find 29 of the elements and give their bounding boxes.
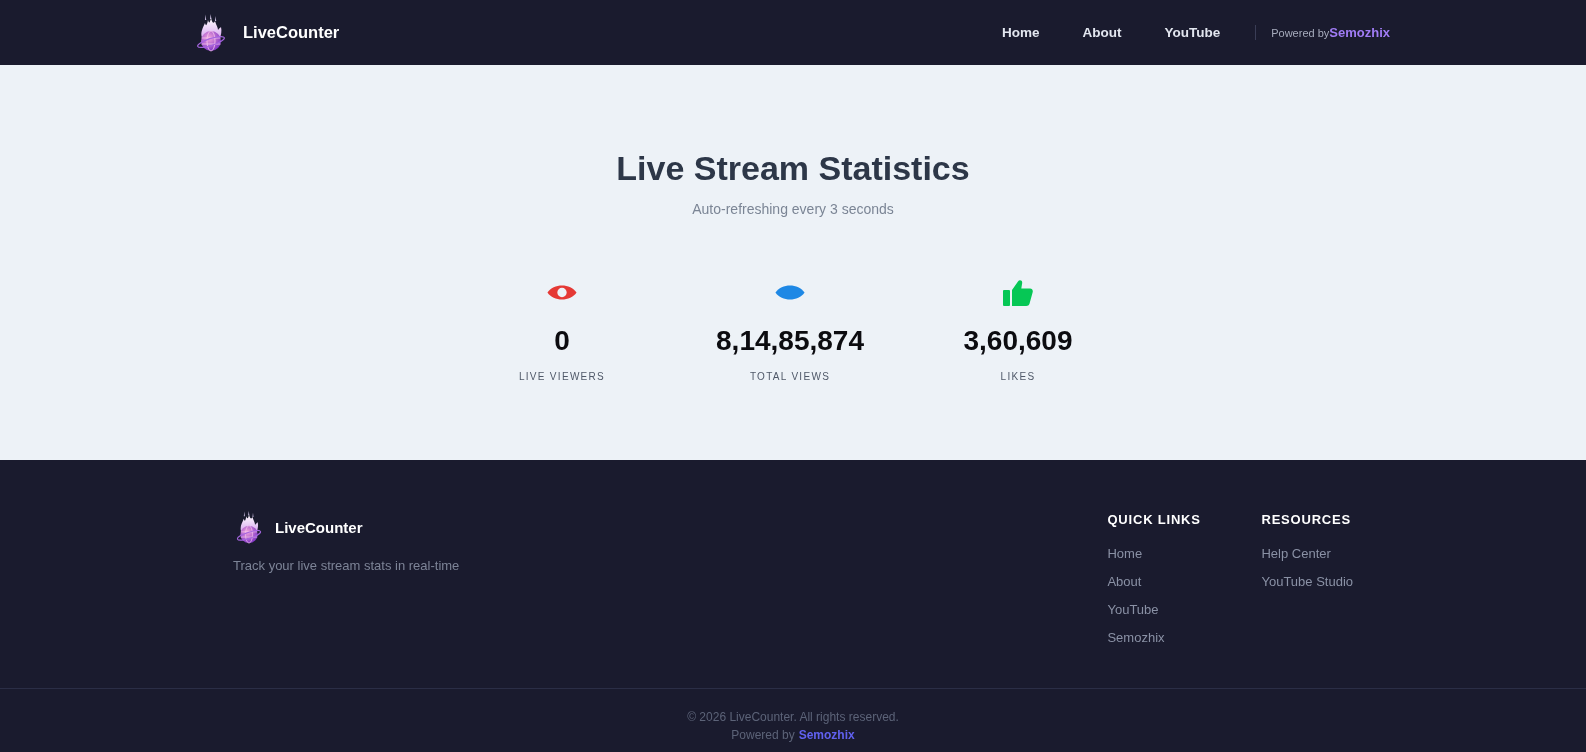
- footer-heading: RESOURCES: [1261, 512, 1351, 528]
- stat-value: 3,60,609: [963, 324, 1073, 358]
- stat-value: 0: [554, 324, 570, 358]
- footer-link[interactable]: Help Center: [1261, 545, 1331, 563]
- tagline-text: Track your live stream stats in real-time: [233, 557, 460, 575]
- footer-link[interactable]: YouTube Studio: [1261, 573, 1353, 591]
- powered-by-link[interactable]: Semozhix: [798, 726, 855, 744]
- footer-link[interactable]: About: [1107, 573, 1142, 591]
- stat-label: LIVE VIEWERS: [518, 370, 606, 384]
- flaming-globe-icon: [236, 510, 262, 544]
- nav-link[interactable]: Home: [1001, 25, 1040, 40]
- brand-name[interactable]: LiveCounter: [243, 23, 340, 42]
- powered-by-text: Powered by: [1271, 26, 1330, 39]
- stat-label: TOTAL VIEWS: [749, 370, 831, 384]
- nav-link[interactable]: About: [1082, 25, 1122, 40]
- footer-link[interactable]: Semozhix: [1107, 629, 1165, 647]
- copyright-text: © 2026 LiveCounter. All rights reserved.: [687, 709, 899, 726]
- footer-heading: QUICK LINKS: [1107, 512, 1201, 528]
- page-title: Live Stream Statistics: [616, 148, 970, 189]
- footer-link[interactable]: YouTube: [1107, 601, 1159, 619]
- footer-brand-name: LiveCounter: [275, 518, 363, 536]
- flaming-globe-icon[interactable]: [196, 13, 226, 52]
- footer-link[interactable]: Home: [1107, 545, 1143, 563]
- subtitle-text: Auto-refreshing every 3 seconds: [692, 200, 894, 218]
- nav-link[interactable]: YouTube: [1164, 25, 1221, 40]
- powered-by-text: Powered by: [731, 727, 795, 744]
- powered-by-link[interactable]: Semozhix: [1329, 25, 1390, 40]
- stat-label: LIKES: [1000, 370, 1036, 384]
- stat-value: 8,14,85,874: [716, 324, 864, 358]
